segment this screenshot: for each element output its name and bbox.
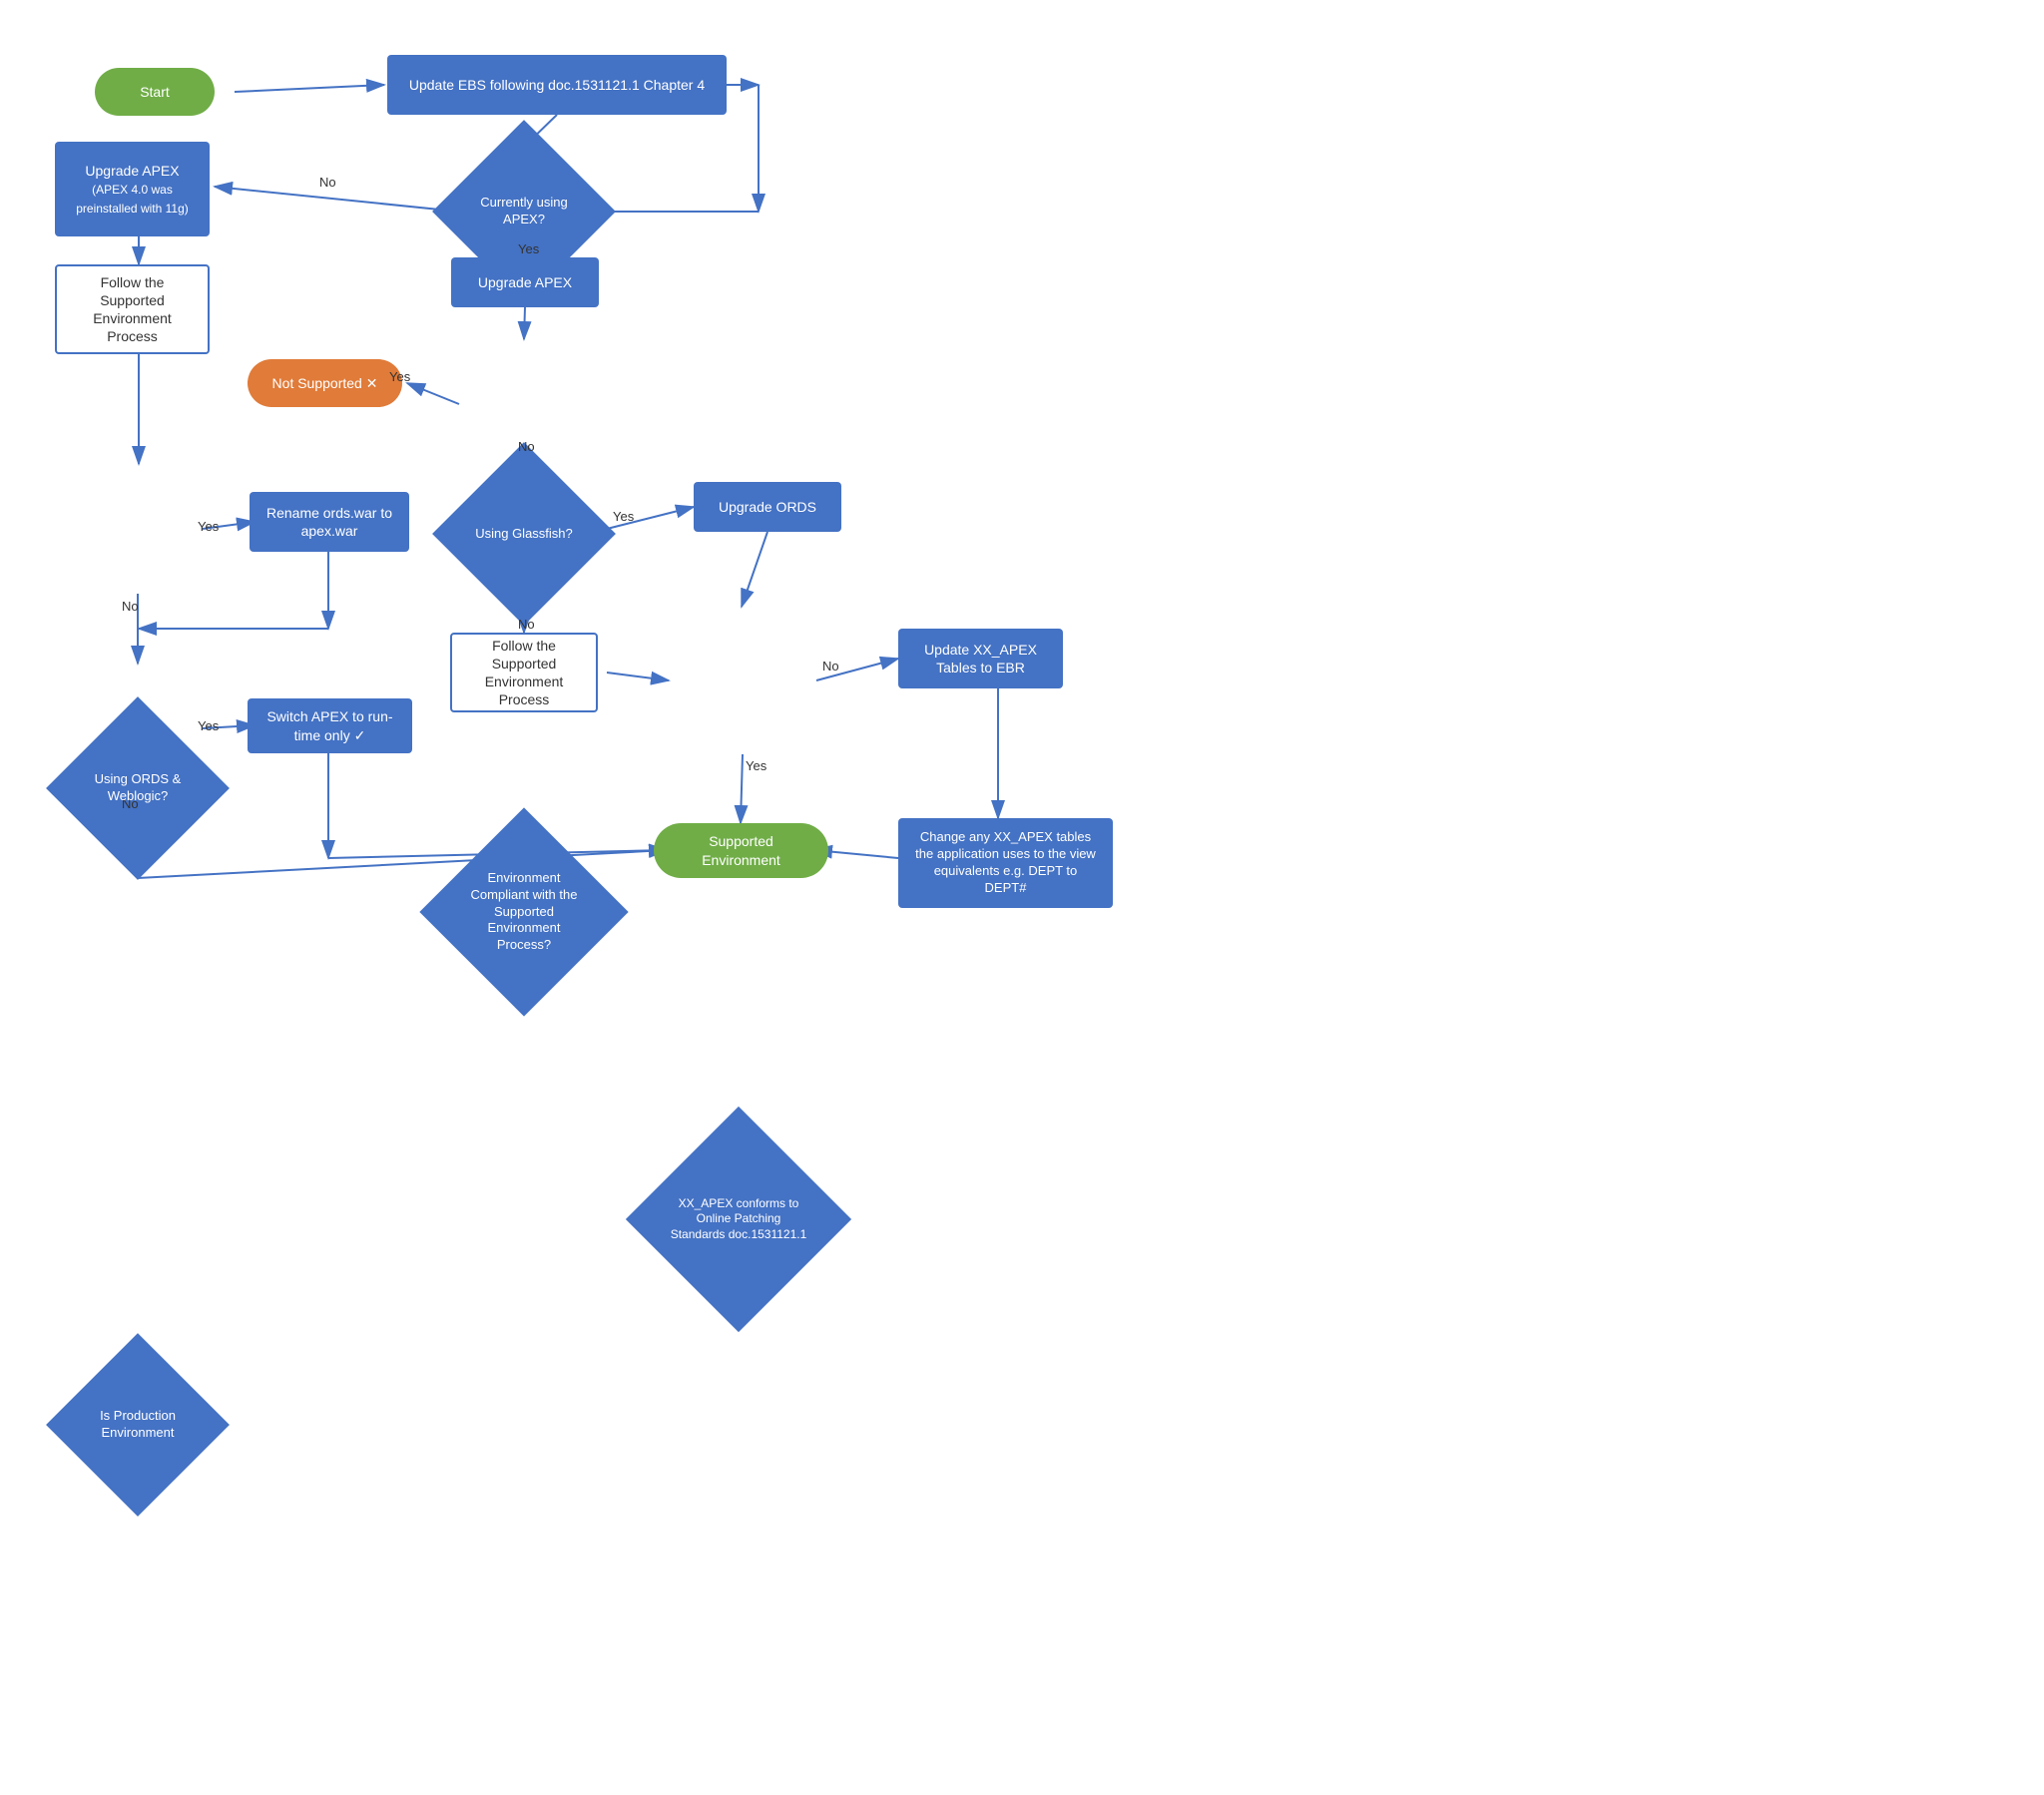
follow-supported-left-label: Follow the Supported Environment Process xyxy=(71,273,194,346)
start-node: Start xyxy=(95,68,215,116)
update-ebs-node: Update EBS following doc.1531121.1 Chapt… xyxy=(387,55,727,115)
update-ebs-label: Update EBS following doc.1531121.1 Chapt… xyxy=(409,76,705,94)
upgrade-apex-left-label: Upgrade APEX(APEX 4.0 was preinstalled w… xyxy=(69,162,196,217)
switch-apex-label: Switch APEX to run-time only ✓ xyxy=(261,707,398,743)
using-glassfish-node: Using Glassfish? xyxy=(459,469,589,599)
follow-supported-center-label: Follow the Supported Environment Process xyxy=(466,637,582,709)
start-label: Start xyxy=(140,83,170,101)
label-no3: No xyxy=(122,599,139,614)
flowchart-diagram: Start Update EBS following doc.1531121.1… xyxy=(0,0,2044,1795)
upgrade-apex-left-node: Upgrade APEX(APEX 4.0 was preinstalled w… xyxy=(55,142,210,236)
update-xx-apex-node: Update XX_APEX Tables to EBR xyxy=(898,629,1063,688)
not-supported-label: Not Supported ✕ xyxy=(272,374,378,392)
upgrade-ords-label: Upgrade ORDS xyxy=(719,498,816,516)
env-compliant-text: Environment Compliant with the Supported… xyxy=(450,838,598,986)
using-glassfish-text: Using Glassfish? xyxy=(459,469,589,599)
supported-env-node: Supported Environment xyxy=(654,823,828,878)
currently-apex-node: Currently using APEX? xyxy=(459,147,589,276)
follow-supported-left-node: Follow the Supported Environment Process xyxy=(55,264,210,354)
rename-ords-node: Rename ords.war to apex.war xyxy=(250,492,409,552)
change-xx-apex-node: Change any XX_APEX tables the applicatio… xyxy=(898,818,1113,908)
label-yes4: Yes xyxy=(613,509,634,524)
not-supported-node: Not Supported ✕ xyxy=(248,359,402,407)
label-yes6: Yes xyxy=(746,758,766,773)
using-ords-node: Using ORDS & Weblogic? xyxy=(73,723,203,853)
env-compliant-node: Environment Compliant with the Supported… xyxy=(450,838,598,986)
rename-ords-label: Rename ords.war to apex.war xyxy=(263,504,395,540)
change-xx-apex-label: Change any XX_APEX tables the applicatio… xyxy=(912,829,1099,897)
label-no1: No xyxy=(319,175,336,190)
label-no2: No xyxy=(518,439,535,454)
switch-apex-node: Switch APEX to run-time only ✓ xyxy=(248,698,412,753)
is-production-text: Is Production Environment xyxy=(73,1360,203,1490)
label-no6: No xyxy=(822,659,839,673)
label-yes2: Yes xyxy=(389,369,410,384)
currently-apex-text: Currently using APEX? xyxy=(459,147,589,276)
supported-env-label: Supported Environment xyxy=(682,832,800,868)
using-ords-text: Using ORDS & Weblogic? xyxy=(73,723,203,853)
xx-apex-conforms-text: XX_APEX conforms to Online Patching Stan… xyxy=(659,1139,818,1299)
label-no4: No xyxy=(518,617,535,632)
xx-apex-conforms-node: XX_APEX conforms to Online Patching Stan… xyxy=(659,1139,818,1299)
upgrade-ords-node: Upgrade ORDS xyxy=(694,482,841,532)
is-production-node: Is Production Environment xyxy=(73,1360,203,1490)
label-yes3: Yes xyxy=(198,519,219,534)
follow-supported-center-node: Follow the Supported Environment Process xyxy=(450,633,598,712)
update-xx-apex-label: Update XX_APEX Tables to EBR xyxy=(912,641,1049,676)
